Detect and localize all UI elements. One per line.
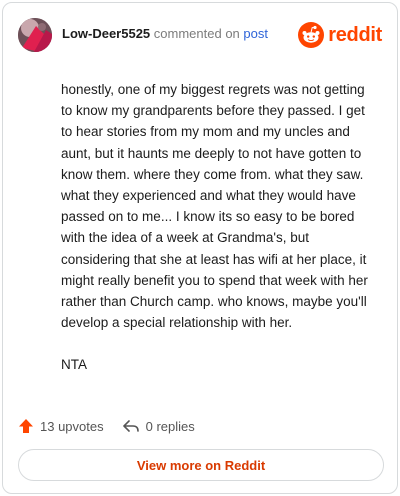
comment-paragraph: NTA bbox=[61, 357, 87, 373]
reply-count: 0 replies bbox=[145, 418, 195, 434]
comment-meta: Low-Deer5525 commented on post bbox=[62, 26, 268, 41]
post-link[interactable]: post bbox=[243, 26, 268, 41]
commented-on-label: commented on bbox=[153, 26, 240, 41]
upvote-button[interactable]: 13 upvotes bbox=[18, 418, 104, 434]
view-more-button[interactable]: View more on Reddit bbox=[18, 449, 384, 481]
avatar-image-icon bbox=[18, 18, 52, 52]
reddit-wordmark: reddit bbox=[328, 23, 382, 46]
comment-paragraph: honestly, one of my biggest regrets was … bbox=[61, 82, 368, 331]
reply-arrow-icon bbox=[122, 420, 139, 432]
comment-actions: 13 upvotes 0 replies bbox=[18, 416, 195, 436]
replies-button[interactable]: 0 replies bbox=[122, 418, 195, 434]
upvote-count: 13 upvotes bbox=[40, 418, 104, 434]
comment-body: honestly, one of my biggest regrets was … bbox=[61, 79, 379, 397]
comment-header: Low-Deer5525 commented on post reddit bbox=[18, 18, 382, 54]
reddit-logo[interactable]: reddit bbox=[298, 22, 382, 48]
username[interactable]: Low-Deer5525 bbox=[62, 26, 150, 41]
avatar[interactable] bbox=[18, 18, 52, 52]
upvote-arrow-icon bbox=[19, 419, 33, 433]
reddit-alien-icon bbox=[298, 22, 325, 48]
comment-card: Low-Deer5525 commented on post reddit ho… bbox=[2, 2, 398, 494]
